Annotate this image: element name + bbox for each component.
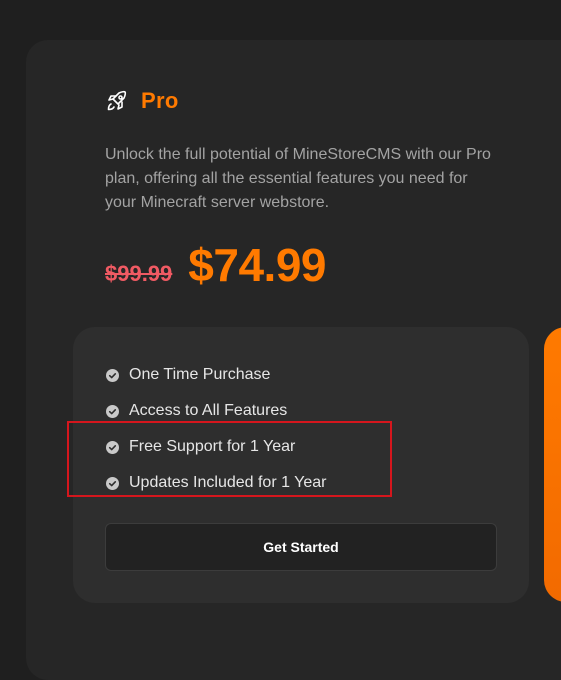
original-price: $99.99 (105, 261, 173, 286)
plan-description: Unlock the full potential of MineStoreCM… (105, 146, 491, 211)
check-circle-icon (106, 404, 119, 418)
get-started-button[interactable]: Get Started (105, 523, 497, 571)
rocket-icon (105, 89, 129, 113)
current-price: $74.99 (188, 239, 326, 291)
plan-name: Pro (141, 88, 179, 113)
highlight-box (67, 421, 392, 497)
check-circle-icon (106, 368, 119, 382)
price-row: $99.99 $74.99 (105, 238, 326, 292)
adjacent-pricing-card (544, 327, 561, 602)
feature-item: One Time Purchase (106, 357, 326, 393)
feature-label: Access to All Features (129, 402, 288, 419)
feature-label: One Time Purchase (129, 366, 271, 383)
plan-header: Pro (105, 88, 179, 114)
